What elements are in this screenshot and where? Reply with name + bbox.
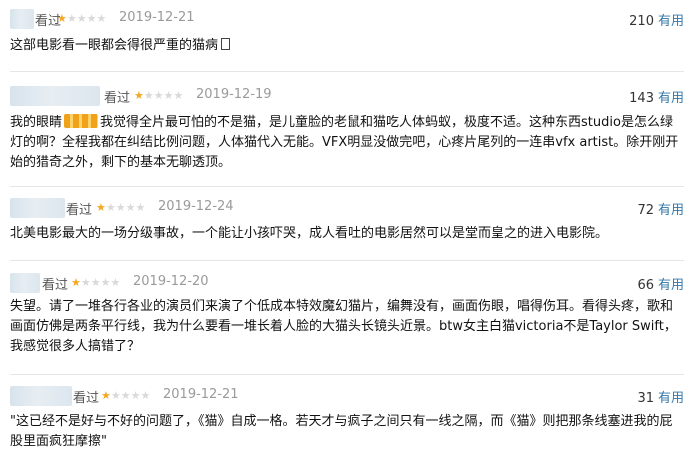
review-meta: 看过 ★★★★★ 2019-12-21 31 有用 xyxy=(0,386,694,406)
vote-number: 143 xyxy=(629,91,654,106)
watched-label: 看过 xyxy=(66,203,93,218)
rating-stars: ★★★★★ xyxy=(71,274,120,292)
star-icon: ★ xyxy=(135,201,146,214)
star-icon: ★ xyxy=(76,12,87,25)
star-icon: ★ xyxy=(66,12,77,25)
review-content: "这已经不是好与不好的问题了，《猫》自成一格。若天才与疯子之间只有一线之隔，而《… xyxy=(10,412,685,452)
rating-stars: ★★★★★ xyxy=(57,10,106,28)
star-icon: ★ xyxy=(90,276,101,289)
review-date: 2019-12-20 xyxy=(133,274,209,289)
star-icon: ★ xyxy=(120,389,131,402)
star-icon: ★ xyxy=(80,276,91,289)
star-icon: ★ xyxy=(71,276,81,289)
rating-stars: ★★★★★ xyxy=(96,199,145,217)
review-text: 这部电影看一眼都会得很严重的猫病 xyxy=(10,38,219,53)
review-text: "这已经不是好与不好的问题了，《猫》自成一格。若天才与疯子之间只有一线之隔，而《… xyxy=(10,414,673,449)
emoji-icon xyxy=(64,114,99,128)
useful-button[interactable]: 有用 xyxy=(658,391,684,406)
blurred-username xyxy=(10,273,40,293)
rating-stars: ★★★★★ xyxy=(101,387,150,405)
review-date: 2019-12-24 xyxy=(158,199,234,214)
review-content: 这部电影看一眼都会得很严重的猫病 xyxy=(10,36,685,56)
vote-count: 72 有用 xyxy=(637,199,684,218)
star-icon: ★ xyxy=(57,12,67,25)
review-content: 北美电影最大的一场分级事故，一个能让小孩吓哭，成人看吐的电影居然可以是堂而皇之的… xyxy=(10,224,685,244)
useful-button[interactable]: 有用 xyxy=(658,203,684,218)
emoji-icon xyxy=(221,38,231,50)
star-icon: ★ xyxy=(86,12,97,25)
vote-number: 210 xyxy=(629,14,654,29)
watched-label: 看过 xyxy=(104,91,131,106)
star-icon: ★ xyxy=(96,12,107,25)
star-icon: ★ xyxy=(140,389,151,402)
star-icon: ★ xyxy=(163,89,174,102)
blurred-username xyxy=(10,86,100,106)
star-icon: ★ xyxy=(153,89,164,102)
useful-button[interactable]: 有用 xyxy=(658,91,684,106)
vote-number: 31 xyxy=(637,391,654,406)
blurred-username xyxy=(10,9,34,29)
blurred-username xyxy=(10,198,65,218)
star-icon: ★ xyxy=(143,89,154,102)
star-icon: ★ xyxy=(96,201,106,214)
vote-count: 143 有用 xyxy=(629,87,684,106)
watched-label: 看过 xyxy=(42,278,69,293)
divider xyxy=(10,260,684,261)
review-meta: 看过 ★★★★★ 2019-12-20 66 有用 xyxy=(0,273,694,293)
vote-number: 72 xyxy=(637,203,654,218)
review-content: 我的眼睛 我觉得全片最可怕的不是猫，是儿童脸的老鼠和猫吃人体蚂蚁，极度不适。这种东… xyxy=(10,113,685,173)
vote-number: 66 xyxy=(637,278,654,293)
review-meta: 看过 ★★★★★ 2019-12-19 143 有用 xyxy=(0,86,694,106)
star-icon: ★ xyxy=(105,201,116,214)
review-date: 2019-12-21 xyxy=(163,387,239,402)
useful-button[interactable]: 有用 xyxy=(658,14,684,29)
divider xyxy=(10,71,684,72)
rating-stars: ★★★★★ xyxy=(134,87,183,105)
divider xyxy=(10,186,684,187)
watched-label: 看过 xyxy=(73,391,100,406)
vote-count: 31 有用 xyxy=(637,387,684,406)
review-text: 北美电影最大的一场分级事故，一个能让小孩吓哭，成人看吐的电影居然可以是堂而皇之的… xyxy=(10,226,609,241)
review-text: 失望。请了一堆各行各业的演员们来演了个低成本特效魔幻猫片，编舞没有，画面伤眼，唱… xyxy=(10,299,677,354)
review-meta: 看过 ★★★★★ 2019-12-21 210 有用 xyxy=(0,9,694,29)
star-icon: ★ xyxy=(115,201,126,214)
star-icon: ★ xyxy=(110,276,121,289)
review-date: 2019-12-21 xyxy=(119,10,195,25)
star-icon: ★ xyxy=(100,276,111,289)
divider xyxy=(10,374,684,375)
blurred-username xyxy=(10,386,72,406)
useful-button[interactable]: 有用 xyxy=(658,278,684,293)
review-content: 失望。请了一堆各行各业的演员们来演了个低成本特效魔幻猫片，编舞没有，画面伤眼，唱… xyxy=(10,297,685,357)
star-icon: ★ xyxy=(110,389,121,402)
star-icon: ★ xyxy=(125,201,136,214)
star-icon: ★ xyxy=(101,389,111,402)
star-icon: ★ xyxy=(173,89,184,102)
vote-count: 66 有用 xyxy=(637,274,684,293)
star-icon: ★ xyxy=(134,89,144,102)
vote-count: 210 有用 xyxy=(629,10,684,29)
review-text: 我觉得全片最可怕的不是猫，是儿童脸的老鼠和猫吃人体蚂蚁，极度不适。这种东西stu… xyxy=(10,115,679,170)
review-date: 2019-12-19 xyxy=(196,87,272,102)
review-text-prefix: 我的眼睛 xyxy=(10,115,63,130)
review-meta: 看过 ★★★★★ 2019-12-24 72 有用 xyxy=(0,198,694,218)
star-icon: ★ xyxy=(130,389,141,402)
